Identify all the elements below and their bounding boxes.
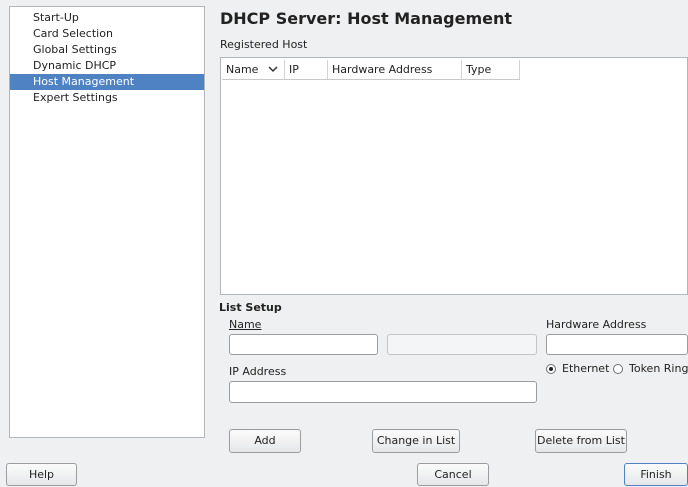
add-button[interactable]: Add — [229, 429, 301, 453]
sidebar-item-dynamic-dhcp[interactable]: Dynamic DHCP — [10, 58, 204, 74]
sidebar-item-card-selection[interactable]: Card Selection — [10, 26, 204, 42]
column-header-hardware-address[interactable]: Hardware Address — [328, 60, 462, 79]
ip-address-label: IP Address — [229, 365, 287, 378]
page-title: DHCP Server: Host Management — [220, 9, 513, 28]
column-header-name[interactable]: Name — [222, 60, 285, 79]
column-header-type[interactable]: Type — [462, 60, 520, 79]
sidebar-item-label: Global Settings — [33, 43, 117, 56]
token-ring-label[interactable]: Token Ring — [629, 362, 688, 375]
cancel-button[interactable]: Cancel — [417, 463, 489, 486]
hardware-address-field[interactable] — [546, 334, 688, 355]
sidebar-item-label: Card Selection — [33, 27, 113, 40]
registered-host-label: Registered Host — [220, 38, 308, 51]
sidebar-item-label: Dynamic DHCP — [33, 59, 117, 72]
finish-button[interactable]: Finish — [624, 463, 688, 486]
sidebar-item-global-settings[interactable]: Global Settings — [10, 42, 204, 58]
sidebar: Start-Up Card Selection Global Settings … — [9, 6, 205, 438]
sidebar-item-expert-settings[interactable]: Expert Settings — [10, 90, 204, 106]
name-field[interactable] — [229, 334, 378, 355]
sidebar-item-start-up[interactable]: Start-Up — [10, 10, 204, 26]
column-header-ip[interactable]: IP — [285, 60, 328, 79]
ethernet-label[interactable]: Ethernet — [562, 362, 609, 375]
hardware-address-label: Hardware Address — [546, 318, 647, 331]
token-ring-radio[interactable] — [613, 364, 623, 374]
delete-from-list-button[interactable]: Delete from List — [535, 429, 627, 453]
change-in-list-button[interactable]: Change in List — [372, 429, 460, 453]
name-suffix-field[interactable] — [387, 334, 537, 355]
name-label: Name — [229, 318, 262, 331]
ip-address-field[interactable] — [229, 381, 537, 403]
sidebar-item-label: Host Management — [33, 75, 135, 88]
sidebar-item-label: Expert Settings — [33, 91, 118, 104]
sidebar-item-host-management[interactable]: Host Management — [10, 74, 204, 90]
list-setup-title: List Setup — [219, 301, 282, 314]
hosts-table[interactable]: Name IP Hardware Address Type — [220, 57, 688, 295]
table-header: Name IP Hardware Address Type — [222, 60, 520, 80]
sidebar-item-label: Start-Up — [33, 11, 79, 24]
ethernet-radio[interactable] — [546, 364, 556, 374]
help-button[interactable]: Help — [6, 463, 77, 486]
sort-chevron-icon — [268, 66, 278, 73]
